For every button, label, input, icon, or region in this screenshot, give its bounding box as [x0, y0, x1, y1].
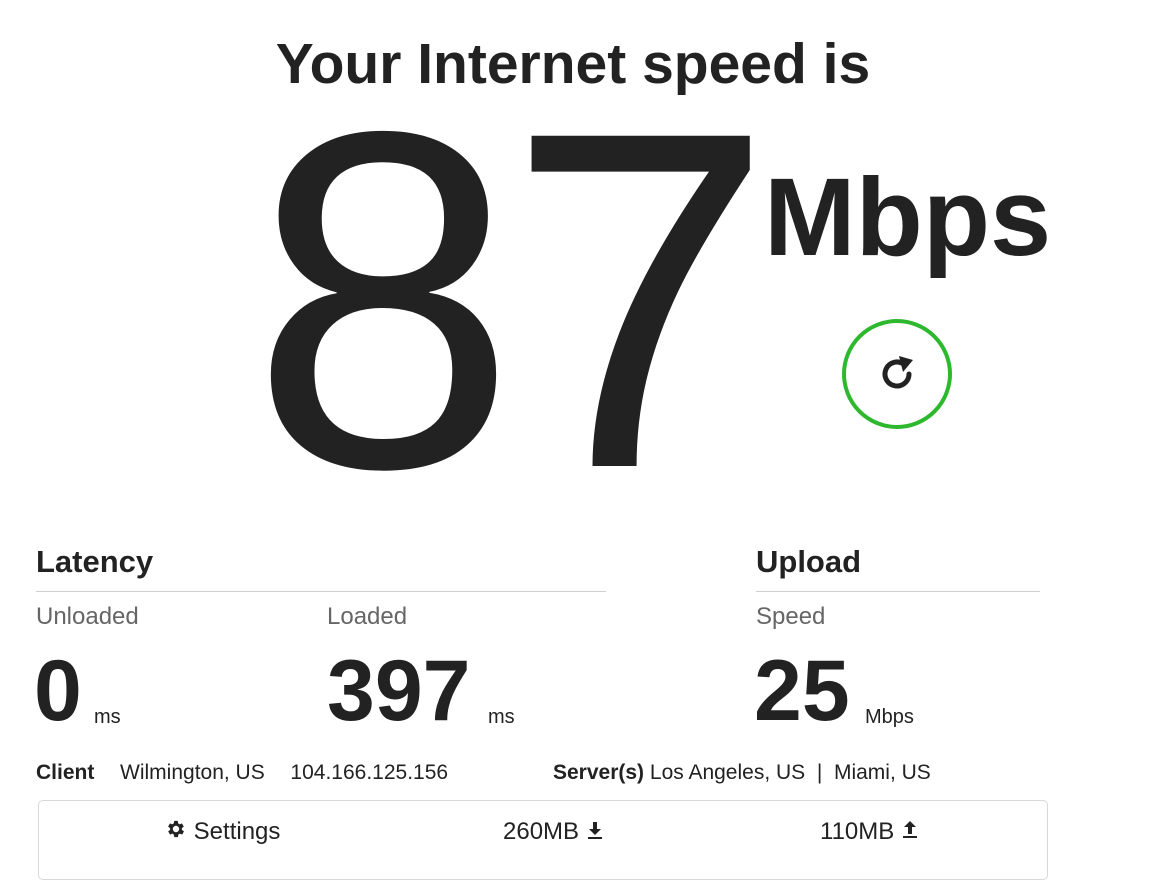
download-data-value: 260MB — [503, 818, 580, 845]
bottom-toolbar: Settings 260MB 110MB — [38, 800, 1048, 880]
download-speed-value: 87 — [250, 31, 774, 568]
unloaded-label: Unloaded — [36, 603, 139, 630]
server-list: Los Angeles, US | Miami, US — [649, 761, 931, 784]
unloaded-latency-value: 0 — [34, 643, 82, 739]
server-info: Server(s) Los Angeles, US | Miami, US — [553, 760, 931, 786]
upload-data-value: 110MB — [820, 818, 895, 845]
client-info: Client Wilmington, US 104.166.125.156 — [36, 760, 448, 786]
settings-button[interactable]: Settings — [165, 817, 280, 847]
gear-icon — [168, 820, 184, 838]
settings-label: Settings — [193, 818, 281, 845]
upload-title: Upload — [756, 544, 862, 579]
latency-divider — [36, 591, 606, 592]
unloaded-latency-unit: ms — [94, 706, 121, 728]
download-speed-unit: Mbps — [764, 156, 1052, 279]
client-location: Wilmington, US — [120, 761, 265, 784]
refresh-button[interactable] — [842, 319, 952, 429]
download-data-usage: 260MB — [503, 817, 604, 847]
upload-divider — [756, 591, 1040, 592]
server-label: Server(s) — [553, 761, 645, 784]
upload-speed-value: 25 — [754, 643, 850, 739]
upload-arrow-icon — [902, 821, 917, 838]
client-label: Client — [36, 761, 95, 784]
upload-speed-unit: Mbps — [865, 706, 914, 728]
upload-speed-label: Speed — [756, 603, 826, 630]
loaded-latency-value: 397 — [327, 643, 471, 739]
upload-data-usage: 110MB — [820, 817, 919, 847]
loaded-label: Loaded — [327, 603, 408, 630]
latency-title: Latency — [36, 544, 154, 579]
client-ip: 104.166.125.156 — [290, 761, 449, 784]
refresh-icon — [882, 356, 913, 389]
loaded-latency-unit: ms — [488, 706, 515, 728]
download-arrow-icon — [587, 822, 602, 839]
